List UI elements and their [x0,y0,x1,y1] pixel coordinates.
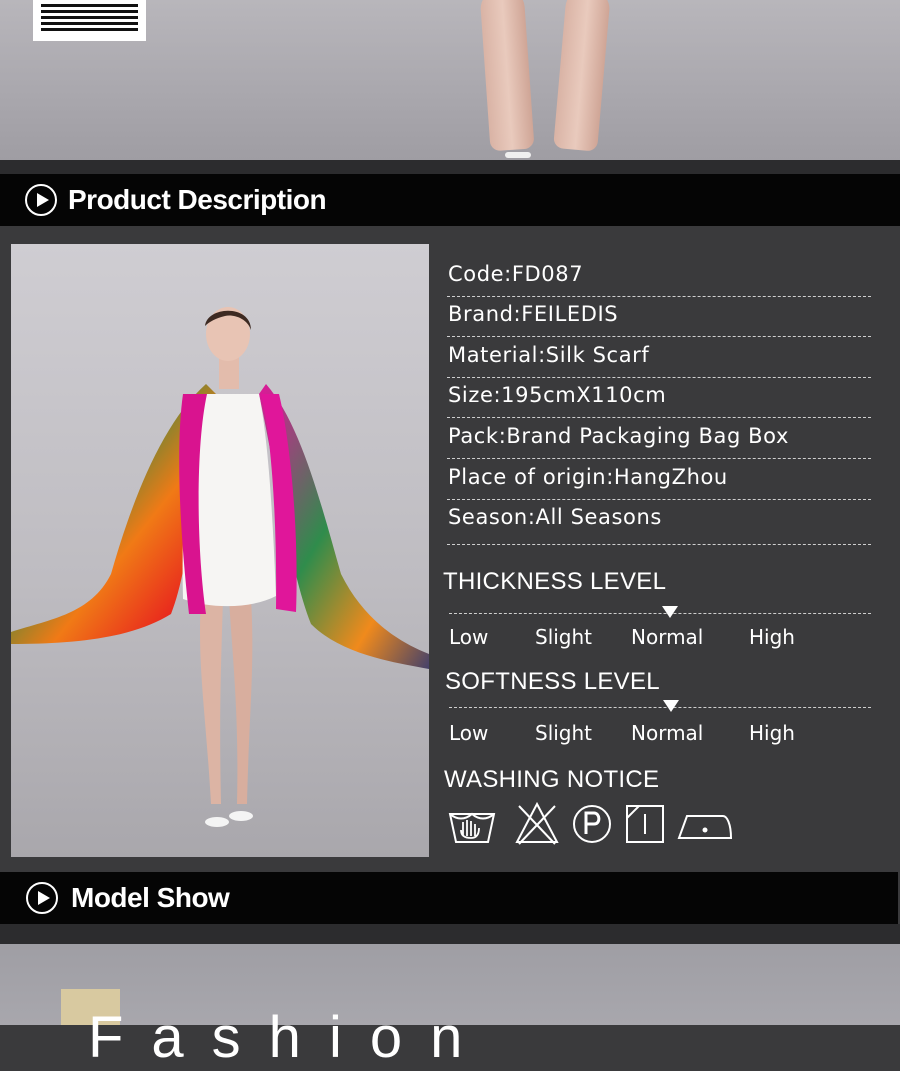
thickness-scale-line [449,613,871,614]
banner-fashion-text: Fashion [88,1005,491,1070]
do-not-bleach-icon [515,801,559,845]
model-in-scarf-illustration [11,307,429,827]
spec-season: Season:All Seasons [447,500,871,545]
iron-low-icon [677,815,733,839]
thickness-level-title: THICKNESS LEVEL [443,568,667,595]
model-leg-right [553,0,611,152]
spec-material: Material:Silk Scarf [447,338,871,378]
barcode-tag [33,0,146,41]
thickness-slight-label: Slight [535,625,593,649]
top-model-photo [0,0,900,160]
product-description-header: Product Description [0,174,900,226]
model-leg-left [479,0,535,152]
section-title: Model Show [71,882,230,913]
divider [0,160,900,174]
softness-normal-label: Normal [631,721,704,745]
thickness-high-label: High [749,625,795,649]
model-shoe [505,152,531,158]
product-photo [11,244,429,857]
softness-high-label: High [749,721,795,745]
model-show-header: Model Show [0,872,898,924]
softness-selected-marker [663,700,679,712]
spec-size: Size:195cmX110cm [447,378,871,418]
softness-scale-line [449,707,871,708]
spec-origin: Place of origin:HangZhou [447,460,871,500]
softness-slight-label: Slight [535,721,593,745]
dry-clean-p-icon [573,805,611,843]
spec-pack: Pack:Brand Packaging Bag Box [447,419,871,459]
thickness-low-label: Low [449,625,489,649]
softness-low-label: Low [449,721,489,745]
spec-code: Code:FD087 [447,257,871,297]
section-title: Product Description [68,184,327,215]
hand-wash-icon [448,812,496,843]
play-arrow-icon [25,184,57,216]
thickness-normal-label: Normal [631,625,704,649]
divider [0,924,900,944]
softness-level-title: SOFTNESS LEVEL [445,668,660,695]
thickness-selected-marker [662,606,678,618]
line-dry-icon [626,805,664,843]
spec-brand: Brand:FEILEDIS [447,297,871,337]
play-arrow-icon [26,882,58,914]
washing-notice-title: WASHING NOTICE [444,766,660,793]
